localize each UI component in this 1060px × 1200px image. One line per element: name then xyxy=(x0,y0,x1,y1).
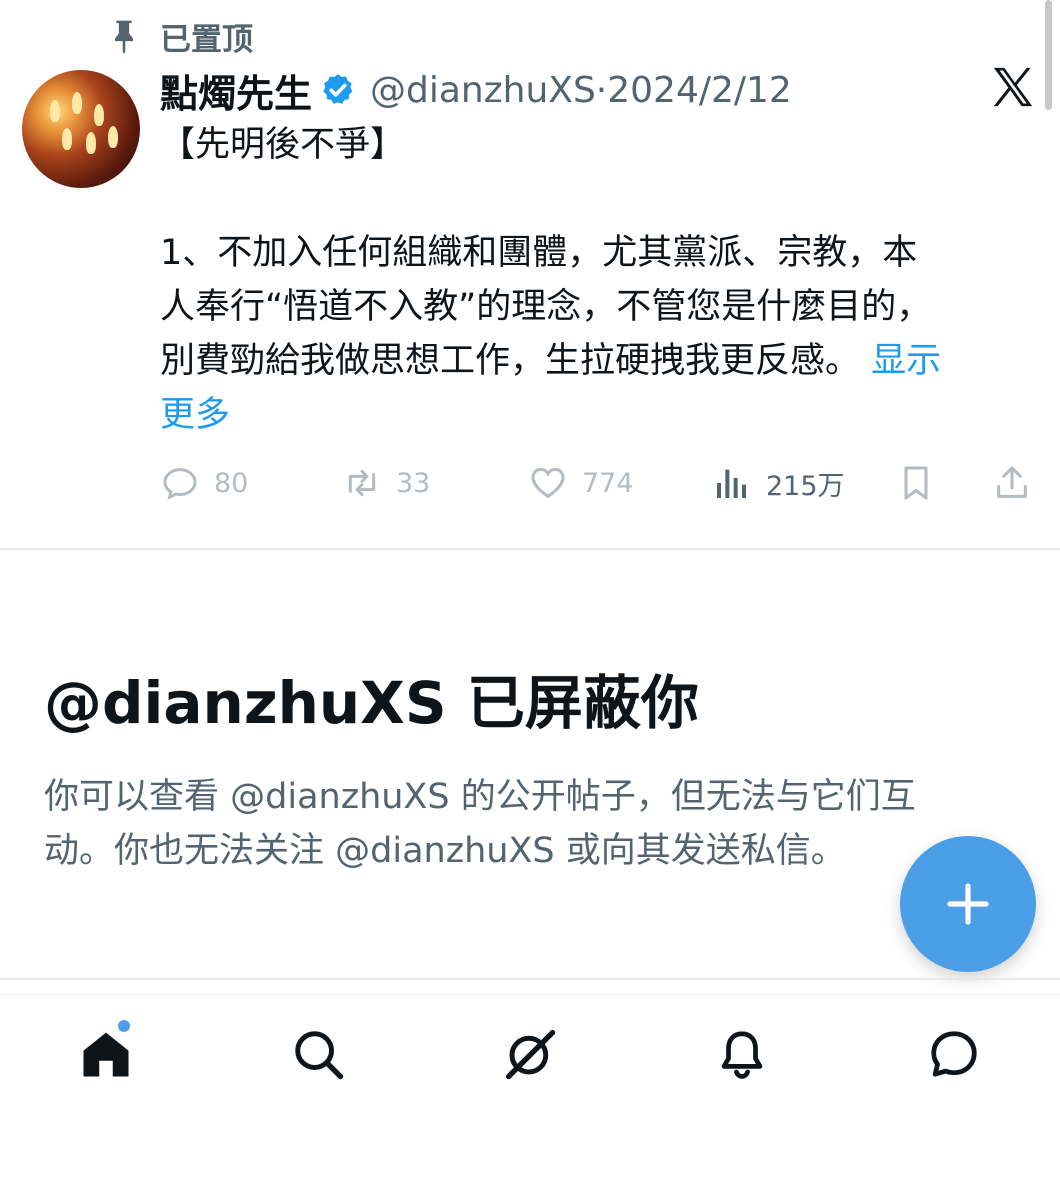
plus-icon xyxy=(947,883,989,925)
share-icon xyxy=(997,466,1027,498)
tweet-text: 【先明後不爭】 1、不加入任何組織和團體，尤其黨派、宗教，本 人奉行“悟道不入教… xyxy=(160,118,1040,442)
divider xyxy=(0,978,1060,980)
show-more-link-continued[interactable]: 更多 xyxy=(160,388,1040,442)
retweet-count: 33 xyxy=(396,467,431,499)
compose-button[interactable] xyxy=(900,836,1036,972)
view-count: 215万 xyxy=(766,470,845,502)
tweet-line: 人奉行“悟道不入教”的理念，不管您是什麼目的， xyxy=(160,287,932,327)
nav-grok[interactable] xyxy=(500,1024,560,1084)
show-more-link[interactable]: 显示 xyxy=(871,341,941,381)
pinned-label: 已置顶 xyxy=(160,21,253,58)
nav-notifications[interactable] xyxy=(712,1024,772,1084)
grok-icon xyxy=(505,1029,556,1080)
share-button[interactable] xyxy=(992,458,1046,508)
scrollbar[interactable] xyxy=(1045,0,1052,110)
verified-badge-icon[interactable] xyxy=(320,72,356,108)
author-display-name[interactable]: 點燭先生 xyxy=(160,63,312,118)
bookmark-button[interactable] xyxy=(896,458,950,508)
blocked-description: 你可以查看 @dianzhuXS 的公开帖子，但无法与它们互 动。你也无法关注 … xyxy=(44,770,1014,878)
nav-search[interactable] xyxy=(288,1024,348,1084)
divider xyxy=(0,994,1060,995)
bell-icon xyxy=(721,1031,763,1079)
heart-icon xyxy=(531,467,565,499)
divider xyxy=(0,548,1060,550)
search-icon xyxy=(295,1031,344,1080)
tweet-line: 【先明後不爭】 xyxy=(160,125,406,165)
reply-icon xyxy=(163,468,197,500)
blocked-description-line: 你可以查看 @dianzhuXS 的公开帖子，但无法与它们互 xyxy=(44,777,916,817)
separator-dot: · xyxy=(595,69,608,111)
blocked-title: @dianzhuXS 已屏蔽你 xyxy=(44,669,699,737)
tweet-header: 點燭先生 @dianzhuXS · 2024/2/12 xyxy=(160,64,792,116)
reply-button[interactable]: 80 xyxy=(160,458,248,508)
bookmark-icon xyxy=(904,466,928,500)
tweet-date[interactable]: 2024/2/12 xyxy=(607,70,792,111)
nav-messages[interactable] xyxy=(924,1024,984,1084)
tweet-line: 1、不加入任何組織和團體，尤其黨派、宗教，本 xyxy=(160,233,918,273)
views-chart-icon xyxy=(717,469,746,498)
like-button[interactable]: 774 xyxy=(528,458,634,508)
retweet-button[interactable]: 33 xyxy=(342,458,430,508)
author-handle[interactable]: @dianzhuXS xyxy=(370,70,596,111)
home-icon xyxy=(83,1032,129,1077)
pin-icon xyxy=(115,20,133,54)
retweet-icon xyxy=(348,469,376,497)
tweet-line: 別費勁給我做思想工作，生拉硬拽我更反感。 显示 xyxy=(160,334,1040,388)
reply-count: 80 xyxy=(214,467,249,499)
tweet-line-text: 別費勁給我做思想工作，生拉硬拽我更反感。 xyxy=(160,341,861,381)
bottom-nav xyxy=(0,1000,1060,1110)
x-logo-icon xyxy=(993,67,1033,107)
tweet-actions: 80 33 774 215万 xyxy=(160,458,1040,508)
like-count: 774 xyxy=(582,467,634,499)
messages-icon xyxy=(931,1031,977,1077)
blocked-description-line: 动。你也无法关注 @dianzhuXS 或向其发送私信。 xyxy=(44,831,846,871)
pinned-indicator: 已置顶 xyxy=(108,14,253,58)
views-button[interactable]: 215万 xyxy=(712,458,845,508)
home-notification-dot xyxy=(116,1018,132,1034)
avatar[interactable] xyxy=(22,70,140,188)
